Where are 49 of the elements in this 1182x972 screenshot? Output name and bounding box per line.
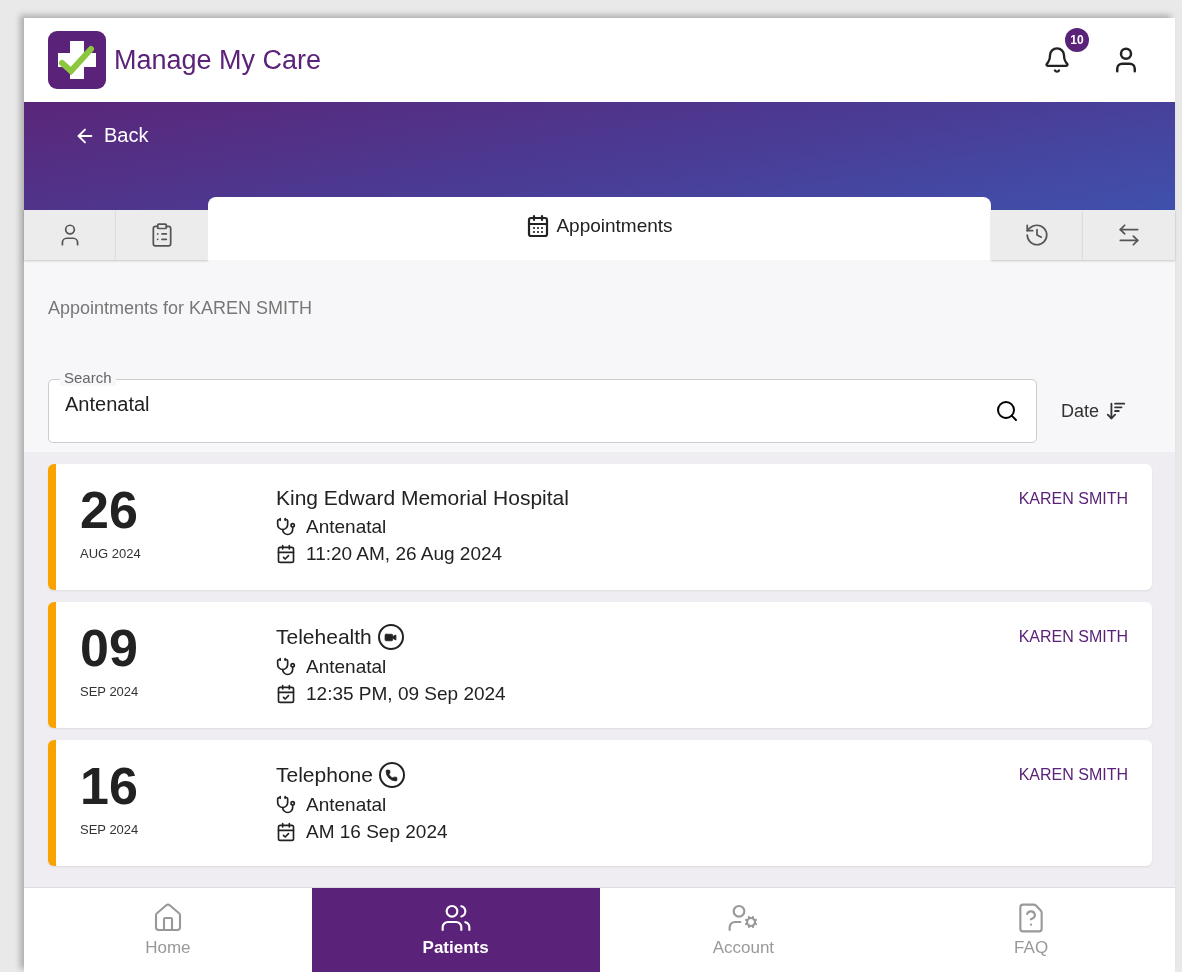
patient-name: KAREN SMITH [1018,489,1128,509]
appointment-service: Antenatal [306,794,387,816]
video-camera-icon [377,624,404,650]
appointment-service: Antenatal [306,656,387,678]
clipboard-icon [149,222,175,248]
appointment-month: SEP 2024 [80,684,140,699]
stethoscope-icon [276,657,296,677]
people-icon [439,902,472,934]
appointment-card[interactable]: 09 SEP 2024 Telehealth Antenatal 12:35 PM, 09 Sep 2024 KAREN SMITH [48,602,1152,728]
tab[interactable]: Appointments [208,197,991,260]
appointment-location: Telehealth [276,625,372,649]
appointment-time: AM 16 Sep 2024 [306,821,448,843]
tab[interactable] [991,210,1083,260]
appointment-day: 26 [80,484,276,536]
phone-icon [378,762,405,788]
user-gear-icon [727,902,760,934]
calendar-icon [526,214,551,238]
sort-icon [1105,400,1127,422]
stethoscope-icon [276,517,296,537]
appointment-card[interactable]: 26 AUG 2024 King Edward Memorial Hospital Antenatal 11:20 AM, 26 Aug 2024 KAREN SMITH [48,464,1152,590]
back-button[interactable]: Back [74,124,149,147]
appointment-service: Antenatal [306,516,387,538]
appointment-time: 11:20 AM, 26 Aug 2024 [306,543,503,565]
field-label: Search [60,369,116,386]
notification-badge: 10 [1065,28,1089,52]
bell-icon [1043,46,1071,74]
history-icon [1024,222,1050,248]
appointment-location: King Edward Memorial Hospital [276,486,569,510]
appointment-day: 16 [80,760,276,812]
nav-tab[interactable]: Patients [311,888,600,972]
calendar-check-icon [276,684,296,704]
calendar-check-icon [276,544,296,564]
appointment-location: Telephone [276,763,373,787]
stethoscope-icon [276,795,296,815]
appointment-day: 09 [80,622,276,674]
page-heading: Appointments for KAREN SMITH [48,298,313,318]
app-title: Manage My Care [114,44,323,76]
appointment-month: AUG 2024 [80,546,142,561]
appointment-time: 12:35 PM, 09 Sep 2024 [306,683,506,705]
sort-button[interactable]: Date [1060,400,1151,422]
logo-icon [48,31,106,89]
tab[interactable] [116,210,208,260]
swap-arrows-icon [1116,222,1142,248]
search-icon [994,399,1019,423]
patient-name: KAREN SMITH [1018,627,1128,647]
patient-name: KAREN SMITH [1018,765,1128,785]
appointment-month: SEP 2024 [80,822,140,837]
appointment-card[interactable]: 16 SEP 2024 Telephone Antenatal AM 16 Sep 2024 KAREN SMITH [48,740,1152,866]
calendar-check-icon [276,822,296,842]
